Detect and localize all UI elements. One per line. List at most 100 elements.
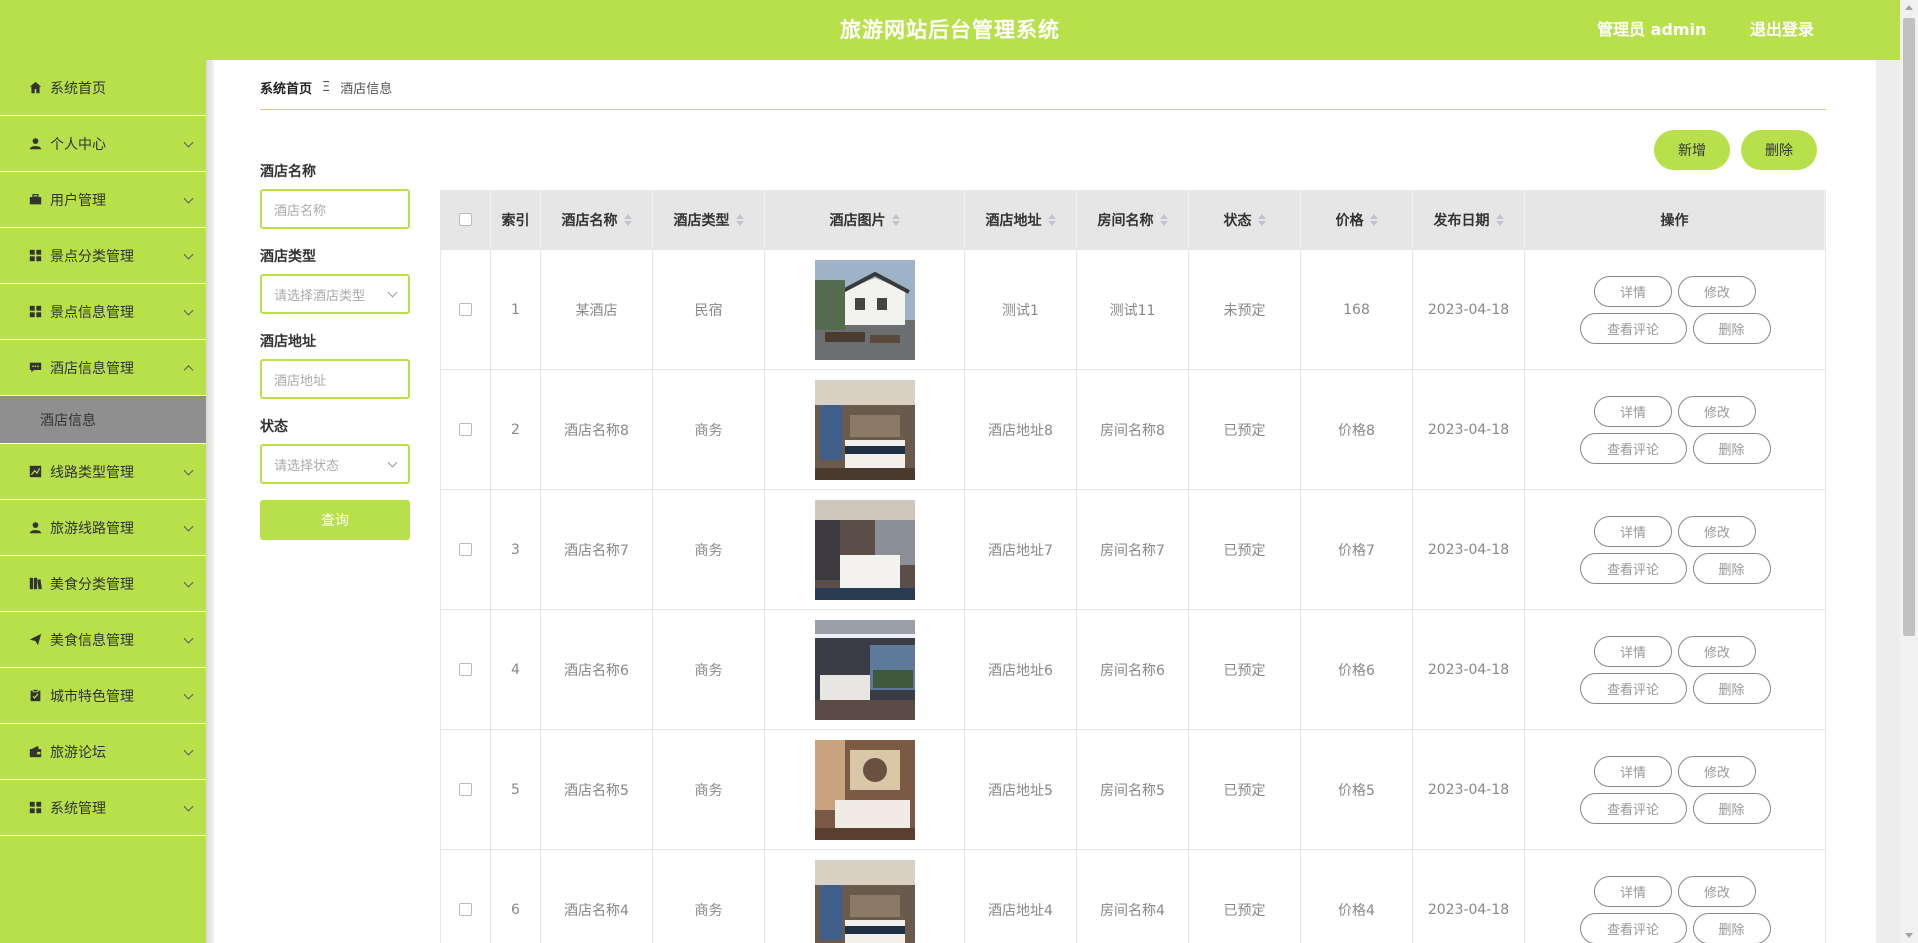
view-comments-button[interactable]: 查看评论 — [1579, 672, 1687, 704]
sidebar-item-forum[interactable]: 旅游论坛 — [0, 724, 206, 780]
chat-icon — [28, 361, 42, 375]
select-all-checkbox[interactable] — [459, 213, 472, 226]
sidebar-item-spot-info[interactable]: 景点信息管理 — [0, 284, 206, 340]
bulk-delete-button[interactable]: 删除 — [1741, 130, 1817, 170]
chevron-down-icon — [183, 249, 194, 260]
hotel-address-label: 酒店地址 — [260, 334, 316, 350]
sort-icon[interactable] — [1369, 213, 1378, 226]
row-checkbox[interactable] — [459, 303, 472, 316]
cell-hotel-type: 商务 — [653, 730, 765, 849]
row-checkbox[interactable] — [459, 903, 472, 916]
sidebar-item-users[interactable]: 用户管理 — [0, 172, 206, 228]
sidebar-item-route-type[interactable]: 线路类型管理 — [0, 444, 206, 500]
logout-link[interactable]: 退出登录 — [1750, 0, 1814, 60]
col-hotel-image[interactable]: 酒店图片 — [765, 190, 965, 249]
chevron-down-icon — [387, 457, 398, 468]
sort-icon[interactable] — [891, 213, 900, 226]
edit-button[interactable]: 修改 — [1678, 755, 1756, 787]
sidebar-item-profile[interactable]: 个人中心 — [0, 116, 206, 172]
scrollbar-thumb[interactable] — [1903, 18, 1915, 636]
view-comments-button[interactable]: 查看评论 — [1579, 912, 1687, 943]
row-select-cell — [441, 490, 491, 609]
sidebar-item-food-info[interactable]: 美食信息管理 — [0, 612, 206, 668]
sort-icon[interactable] — [1047, 213, 1056, 226]
sidebar-item-spot-category[interactable]: 景点分类管理 — [0, 228, 206, 284]
hotel-thumbnail[interactable] — [814, 499, 915, 600]
sidebar-item-hotel-info[interactable]: 酒店信息管理 — [0, 340, 206, 396]
edit-button[interactable]: 修改 — [1678, 275, 1756, 307]
row-select-cell — [441, 610, 491, 729]
edit-button[interactable]: 修改 — [1678, 395, 1756, 427]
hotel-thumbnail[interactable] — [814, 859, 915, 943]
delete-button[interactable]: 删除 — [1692, 312, 1771, 344]
cell-hotel-type: 商务 — [653, 850, 765, 943]
row-checkbox[interactable] — [459, 663, 472, 676]
hotel-address-input[interactable]: 酒店地址 — [260, 359, 410, 399]
cell-actions: 详情 修改 查看评论 删除 — [1525, 490, 1825, 609]
edit-button[interactable]: 修改 — [1678, 875, 1756, 907]
add-button[interactable]: 新增 — [1654, 130, 1730, 170]
hotel-name-input[interactable]: 酒店名称 — [260, 189, 410, 229]
status-select[interactable]: 请选择状态 — [260, 444, 410, 484]
detail-button[interactable]: 详情 — [1594, 635, 1672, 667]
cell-price: 价格8 — [1301, 370, 1413, 489]
cell-status: 未预定 — [1189, 250, 1301, 369]
scroll-down-icon[interactable] — [1905, 933, 1913, 938]
detail-button[interactable]: 详情 — [1594, 755, 1672, 787]
hotel-thumbnail[interactable] — [814, 739, 915, 840]
delete-button[interactable]: 删除 — [1692, 432, 1771, 464]
vertical-scrollbar[interactable] — [1900, 0, 1918, 943]
hotel-thumbnail[interactable] — [814, 259, 915, 360]
sidebar-subitem-hotel-info[interactable]: 酒店信息 — [0, 396, 206, 444]
sidebar-item-food-category[interactable]: 美食分类管理 — [0, 556, 206, 612]
delete-button[interactable]: 删除 — [1692, 552, 1771, 584]
user-icon — [28, 521, 42, 535]
cell-date: 2023-04-18 — [1413, 730, 1525, 849]
sidebar-item-route[interactable]: 旅游线路管理 — [0, 500, 206, 556]
col-hotel-type[interactable]: 酒店类型 — [653, 190, 765, 249]
query-button[interactable]: 查询 — [260, 500, 410, 540]
row-checkbox[interactable] — [459, 423, 472, 436]
sidebar-item-home[interactable]: 系统首页 — [0, 60, 206, 116]
sort-icon[interactable] — [735, 213, 744, 226]
view-comments-button[interactable]: 查看评论 — [1579, 792, 1687, 824]
scroll-up-icon[interactable] — [1905, 5, 1913, 10]
col-date[interactable]: 发布日期 — [1413, 190, 1525, 249]
col-hotel-image-label: 酒店图片 — [829, 212, 886, 229]
sidebar-item-label: 旅游论坛 — [50, 744, 106, 761]
view-comments-button[interactable]: 查看评论 — [1579, 312, 1687, 344]
row-checkbox[interactable] — [459, 543, 472, 556]
col-price[interactable]: 价格 — [1301, 190, 1413, 249]
sidebar-item-system[interactable]: 系统管理 — [0, 780, 206, 836]
col-actions-label: 操作 — [1660, 212, 1689, 229]
sort-icon[interactable] — [1159, 213, 1168, 226]
cell-date: 2023-04-18 — [1413, 850, 1525, 943]
col-room-name[interactable]: 房间名称 — [1077, 190, 1189, 249]
detail-button[interactable]: 详情 — [1594, 275, 1672, 307]
view-comments-button[interactable]: 查看评论 — [1579, 432, 1687, 464]
sort-icon[interactable] — [1495, 213, 1504, 226]
cell-hotel-name: 酒店名称5 — [541, 730, 653, 849]
col-status[interactable]: 状态 — [1189, 190, 1301, 249]
hotel-thumbnail[interactable] — [814, 379, 915, 480]
col-hotel-address[interactable]: 酒店地址 — [965, 190, 1077, 249]
view-comments-button[interactable]: 查看评论 — [1579, 552, 1687, 584]
edit-button[interactable]: 修改 — [1678, 515, 1756, 547]
hotel-thumbnail[interactable] — [814, 619, 915, 720]
sort-icon[interactable] — [623, 213, 632, 226]
row-checkbox[interactable] — [459, 783, 472, 796]
col-hotel-name[interactable]: 酒店名称 — [541, 190, 653, 249]
sidebar-item-label: 景点信息管理 — [50, 304, 134, 321]
detail-button[interactable]: 详情 — [1594, 515, 1672, 547]
edit-button[interactable]: 修改 — [1678, 635, 1756, 667]
sidebar-item-city-feature[interactable]: 城市特色管理 — [0, 668, 206, 724]
breadcrumb-home[interactable]: 系统首页 — [260, 78, 312, 97]
sort-icon[interactable] — [1257, 213, 1266, 226]
detail-button[interactable]: 详情 — [1594, 395, 1672, 427]
detail-button[interactable]: 详情 — [1594, 875, 1672, 907]
sidebar-item-label: 美食分类管理 — [50, 576, 134, 593]
delete-button[interactable]: 删除 — [1692, 912, 1771, 943]
delete-button[interactable]: 删除 — [1692, 672, 1771, 704]
delete-button[interactable]: 删除 — [1692, 792, 1771, 824]
hotel-type-select[interactable]: 请选择酒店类型 — [260, 274, 410, 314]
